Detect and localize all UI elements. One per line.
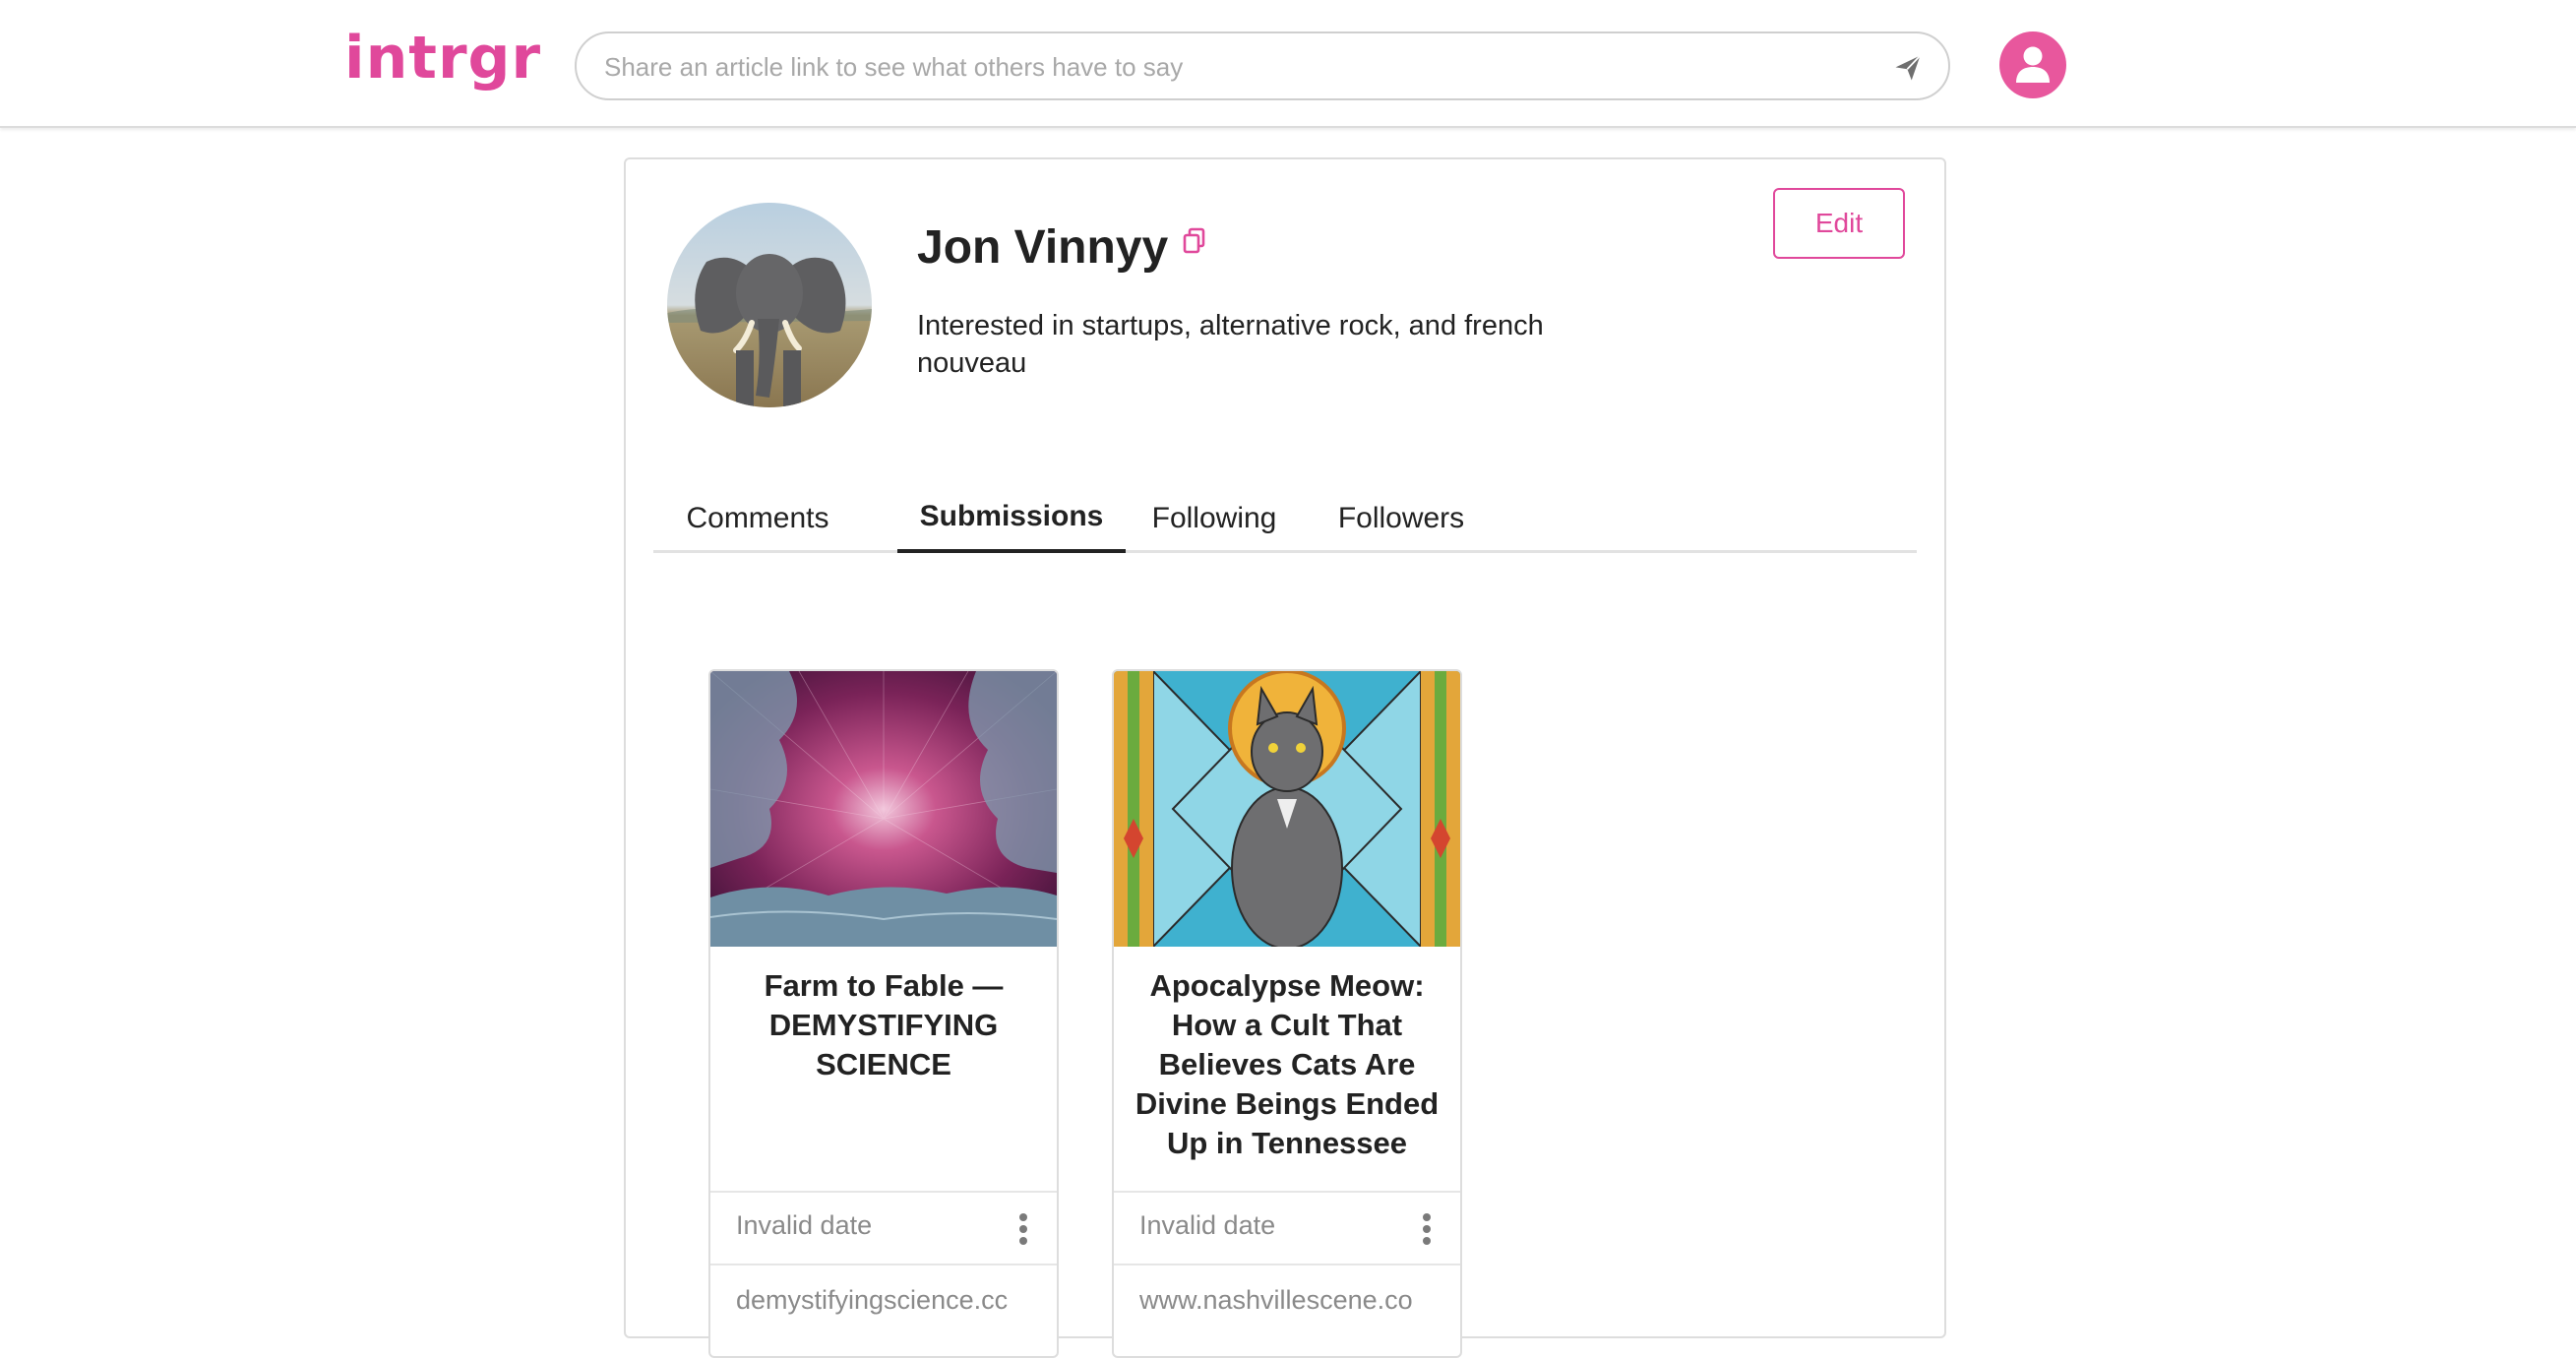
profile-name: Jon Vinnyy — [917, 221, 1169, 274]
top-bar: intrgr — [0, 0, 2576, 128]
search-bar[interactable] — [575, 31, 1950, 100]
tab-following[interactable]: Following — [1124, 484, 1305, 553]
search-input[interactable] — [602, 33, 1846, 100]
tab-submissions[interactable]: Submissions — [897, 484, 1126, 553]
profile-tabs: Comments Submissions Following Followers — [653, 484, 1917, 553]
submission-title[interactable]: Apocalypse Meow: How a Cult That Believe… — [1128, 966, 1446, 1163]
name-row: Jon Vinnyy — [917, 220, 1206, 275]
submission-thumbnail — [1114, 671, 1460, 947]
submission-domain: demystifyingscience.cc — [710, 1264, 1057, 1342]
logo[interactable]: intrgr — [344, 24, 541, 93]
submission-title[interactable]: Farm to Fable — DEMYSTIFYING SCIENCE — [724, 966, 1043, 1084]
submission-meta: Invalid date — [710, 1191, 1057, 1264]
account-button[interactable] — [1999, 31, 2066, 98]
user-icon — [2016, 46, 2050, 83]
edit-button[interactable]: Edit — [1773, 188, 1905, 259]
profile-card: Jon Vinnyy Interested in startups, alter… — [624, 157, 1946, 1358]
profile-bio: Interested in startups, alternative rock… — [917, 310, 1544, 379]
submission-date: Invalid date — [1139, 1210, 1276, 1240]
send-icon[interactable] — [1893, 53, 1923, 83]
copy-icon[interactable] — [1183, 227, 1206, 255]
submission-card[interactable]: Apocalypse Meow: How a Cult That Believe… — [1112, 669, 1462, 1358]
submission-domain-text: www.nashvillescene.co — [1139, 1285, 1413, 1315]
submission-meta: Invalid date — [1114, 1191, 1460, 1264]
more-vertical-icon[interactable] — [1421, 1212, 1433, 1246]
submission-domain-text: demystifyingscience.cc — [736, 1285, 1009, 1315]
submission-card[interactable]: Farm to Fable — DEMYSTIFYING SCIENCE Inv… — [708, 669, 1059, 1358]
tab-comments[interactable]: Comments — [653, 484, 862, 553]
tab-followers[interactable]: Followers — [1303, 484, 1500, 553]
profile-avatar — [667, 203, 872, 407]
submission-date: Invalid date — [736, 1210, 873, 1240]
more-vertical-icon[interactable] — [1017, 1212, 1029, 1246]
submission-domain: www.nashvillescene.co — [1114, 1264, 1460, 1342]
submission-thumbnail — [710, 671, 1057, 947]
